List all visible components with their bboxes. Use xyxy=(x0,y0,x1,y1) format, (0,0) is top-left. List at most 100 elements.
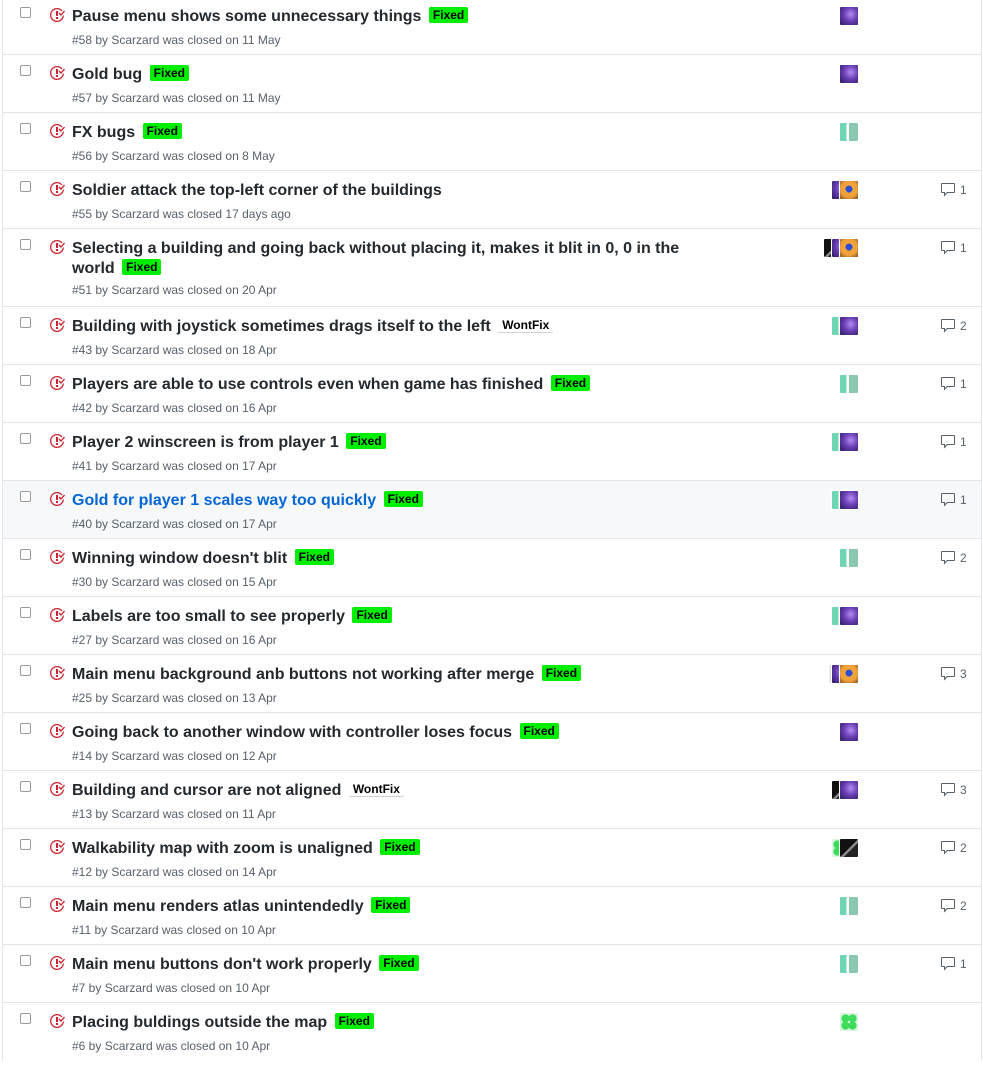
label-fixed[interactable]: Fixed xyxy=(428,7,469,23)
label-fixed[interactable]: Fixed xyxy=(541,665,582,681)
issue-checkbox[interactable] xyxy=(20,375,31,386)
issue-checkbox[interactable] xyxy=(20,181,31,192)
comment-count-link[interactable]: 1 xyxy=(940,182,967,198)
label-fixed[interactable]: Fixed xyxy=(122,259,162,275)
avatar[interactable] xyxy=(839,180,859,200)
issue-checkbox[interactable] xyxy=(20,7,31,18)
issue-title-link[interactable]: Placing buldings outside the map xyxy=(72,1014,327,1031)
issue-closed-icon xyxy=(49,665,65,681)
issue-title-link[interactable]: Gold bug xyxy=(72,66,142,83)
label-fixed[interactable]: Fixed xyxy=(519,723,559,739)
issue-meta: #40 by Scarzard was closed on 17 Apr xyxy=(72,517,277,531)
avatar[interactable] xyxy=(839,122,859,142)
issue-title-link[interactable]: Gold for player 1 scales way too quickly xyxy=(72,492,376,509)
label-fixed[interactable]: Fixed xyxy=(379,955,419,971)
avatar[interactable] xyxy=(839,780,859,800)
issue-title-link[interactable]: Going back to another window with contro… xyxy=(72,724,512,741)
issue-title-link[interactable]: Winning window doesn't blit xyxy=(72,550,287,567)
comment-count-link[interactable]: 1 xyxy=(940,376,967,392)
issue-title-link[interactable]: FX bugs xyxy=(72,124,135,141)
comment-count: 3 xyxy=(960,783,967,797)
avatar[interactable] xyxy=(839,1012,859,1032)
label-fixed[interactable]: Fixed xyxy=(149,65,189,81)
issue-title-line: Main menu renders atlas unintendedly Fix… xyxy=(72,897,721,917)
comment-count: 1 xyxy=(960,183,967,197)
avatar[interactable] xyxy=(839,490,859,510)
issue-closed-icon xyxy=(49,181,65,197)
label-fixed[interactable]: Fixed xyxy=(294,549,334,565)
issue-title-link[interactable]: Walkability map with zoom is unaligned xyxy=(72,840,373,857)
issue-title-link[interactable]: Building with joystick sometimes drags i… xyxy=(72,318,491,335)
label-wontfix[interactable]: WontFix xyxy=(348,781,404,797)
issue-title-link[interactable]: Labels are too small to see properly xyxy=(72,608,345,625)
avatar[interactable] xyxy=(839,64,859,84)
avatar[interactable] xyxy=(839,896,859,916)
issue-row: Placing buldings outside the map Fixed #6… xyxy=(3,1002,981,1060)
comment-count-link[interactable]: 1 xyxy=(940,956,967,972)
label-fixed[interactable]: Fixed xyxy=(142,123,182,139)
comment-count-link[interactable]: 2 xyxy=(940,318,967,334)
issue-checkbox[interactable] xyxy=(20,123,31,134)
comment-count-link[interactable]: 2 xyxy=(940,840,967,856)
issue-title-line: Players are able to use controls even wh… xyxy=(72,375,721,395)
issue-row: Main menu renders atlas unintendedly Fix… xyxy=(3,886,981,944)
issue-title-link[interactable]: Soldier attack the top-left corner of th… xyxy=(72,182,442,199)
issue-checkbox[interactable] xyxy=(20,549,31,560)
assignee-avatars xyxy=(839,722,859,742)
assignee-avatars xyxy=(831,316,859,336)
issue-checkbox[interactable] xyxy=(20,433,31,444)
issue-checkbox[interactable] xyxy=(20,839,31,850)
issue-checkbox[interactable] xyxy=(20,491,31,502)
avatar[interactable] xyxy=(839,606,859,626)
avatar[interactable] xyxy=(839,664,859,684)
label-wontfix[interactable]: WontFix xyxy=(498,317,554,333)
assignee-avatars xyxy=(839,374,859,394)
avatar[interactable] xyxy=(839,316,859,336)
avatar[interactable] xyxy=(839,6,859,26)
assignee-avatars xyxy=(831,838,859,858)
issue-checkbox[interactable] xyxy=(20,1013,31,1024)
comment-count-link[interactable]: 3 xyxy=(940,666,967,682)
issue-checkbox[interactable] xyxy=(20,955,31,966)
assignee-avatars xyxy=(831,180,859,200)
issue-title-link[interactable]: Player 2 winscreen is from player 1 xyxy=(72,434,339,451)
label-fixed[interactable]: Fixed xyxy=(380,839,420,855)
issue-title-link[interactable]: Main menu renders atlas unintendedly xyxy=(72,898,364,915)
avatar[interactable] xyxy=(839,838,859,858)
avatar[interactable] xyxy=(839,374,859,394)
label-fixed[interactable]: Fixed xyxy=(334,1013,374,1029)
avatar[interactable] xyxy=(839,238,859,258)
issue-checkbox[interactable] xyxy=(20,781,31,792)
comment-count-link[interactable]: 3 xyxy=(940,782,967,798)
comment-count-link[interactable]: 1 xyxy=(940,240,967,256)
label-fixed[interactable]: Fixed xyxy=(550,375,591,391)
issue-title-link[interactable]: Main menu background anb buttons not wor… xyxy=(72,666,534,683)
issue-checkbox[interactable] xyxy=(20,897,31,908)
issue-checkbox[interactable] xyxy=(20,239,31,250)
issue-checkbox[interactable] xyxy=(20,317,31,328)
comment-count-link[interactable]: 2 xyxy=(940,898,967,914)
issue-title-line: Going back to another window with contro… xyxy=(72,723,721,743)
avatar[interactable] xyxy=(839,432,859,452)
issue-checkbox[interactable] xyxy=(20,65,31,76)
comment-count-link[interactable]: 1 xyxy=(940,492,967,508)
avatar[interactable] xyxy=(839,548,859,568)
issue-title-link[interactable]: Pause menu shows some unnecessary things xyxy=(72,8,421,25)
label-fixed[interactable]: Fixed xyxy=(371,897,411,913)
issue-checkbox[interactable] xyxy=(20,607,31,618)
issue-title-link[interactable]: Main menu buttons don't work properly xyxy=(72,956,372,973)
avatar[interactable] xyxy=(839,722,859,742)
label-fixed[interactable]: Fixed xyxy=(383,491,423,507)
issue-closed-icon xyxy=(49,839,65,855)
label-fixed[interactable]: Fixed xyxy=(346,433,386,449)
comment-count-link[interactable]: 1 xyxy=(940,434,967,450)
label-fixed[interactable]: Fixed xyxy=(352,607,392,623)
issue-title-link[interactable]: Building and cursor are not aligned xyxy=(72,782,341,799)
comment-count-link[interactable]: 2 xyxy=(940,550,967,566)
issue-title-link[interactable]: Players are able to use controls even wh… xyxy=(72,376,543,393)
issue-checkbox[interactable] xyxy=(20,723,31,734)
issue-checkbox[interactable] xyxy=(20,665,31,676)
avatar[interactable] xyxy=(839,954,859,974)
issue-meta: #57 by Scarzard was closed on 11 May xyxy=(72,91,281,105)
issue-title-link[interactable]: Selecting a building and going back with… xyxy=(72,240,679,277)
